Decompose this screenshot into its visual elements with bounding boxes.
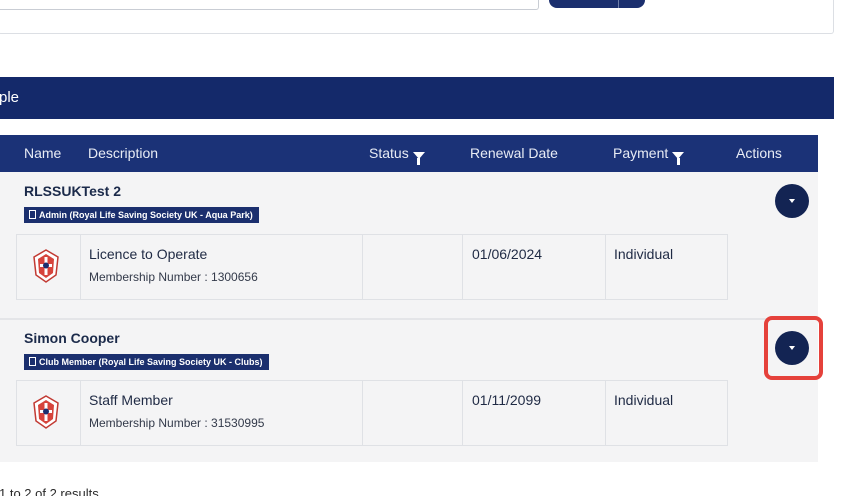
role-badge: Club Member (Royal Life Saving Society U… [24, 354, 269, 370]
results-count: 1 to 2 of 2 results [0, 486, 99, 496]
role-badge-label: Club Member (Royal Life Saving Society U… [39, 357, 263, 367]
search-input[interactable] [0, 0, 539, 10]
member-name: Simon Cooper [24, 330, 120, 346]
building-icon [29, 357, 36, 366]
logo-cell [17, 381, 81, 445]
description-cell [81, 235, 363, 299]
status-cell [363, 381, 463, 445]
renewal-cell [463, 381, 606, 445]
column-payment-label: Payment [613, 145, 669, 161]
filter-icon[interactable] [412, 152, 425, 165]
membership-row[interactable]: Licence to Operate Membership Number : 1… [16, 234, 728, 300]
description-cell [81, 381, 363, 445]
membership-title: Staff Member [89, 392, 173, 408]
renewal-cell [463, 235, 606, 299]
role-badge-label: Admin (Royal Life Saving Society UK - Aq… [39, 210, 253, 220]
section-title: ple [0, 89, 20, 106]
section-header: ple [0, 77, 834, 119]
renewal-date: 01/11/2099 [472, 392, 542, 408]
status-cell [363, 235, 463, 299]
membership-row[interactable]: Staff Member Membership Number : 3153099… [16, 380, 728, 446]
filter-icon[interactable] [672, 152, 685, 165]
actions-dropdown-button[interactable] [775, 184, 809, 218]
column-renewal-date[interactable]: Renewal Date [470, 135, 558, 172]
column-status[interactable]: Status [369, 135, 425, 172]
search-panel [0, 0, 834, 34]
chevron-down-icon [789, 199, 795, 203]
role-badge: Admin (Royal Life Saving Society UK - Aq… [24, 207, 259, 223]
button-divider [618, 0, 619, 8]
membership-number: Membership Number : 1300656 [89, 270, 258, 284]
member-group: Simon Cooper Club Member (Royal Life Sav… [0, 320, 818, 462]
membership-number: Membership Number : 31530995 [89, 416, 265, 430]
column-name[interactable]: Name [24, 135, 61, 172]
search-button[interactable] [549, 0, 645, 8]
member-group: RLSSUKTest 2 Admin (Royal Life Saving So… [0, 172, 818, 318]
renewal-date: 01/06/2024 [472, 246, 543, 262]
rlss-crest-icon [33, 395, 59, 429]
rlss-crest-icon [33, 249, 59, 283]
logo-cell [17, 235, 81, 299]
column-description[interactable]: Description [88, 135, 158, 172]
membership-title: Licence to Operate [89, 246, 208, 262]
payment-type: Individual [614, 392, 674, 408]
highlight-box [764, 316, 823, 380]
column-payment[interactable]: Payment [613, 135, 685, 172]
table-header: Name Description Status Renewal Date Pay… [0, 135, 818, 172]
payment-type: Individual [614, 246, 674, 262]
memberships-table: Name Description Status Renewal Date Pay… [0, 119, 834, 496]
column-actions: Actions [736, 145, 782, 161]
member-name: RLSSUKTest 2 [24, 183, 121, 199]
building-icon [29, 210, 36, 219]
column-status-label: Status [369, 145, 409, 161]
